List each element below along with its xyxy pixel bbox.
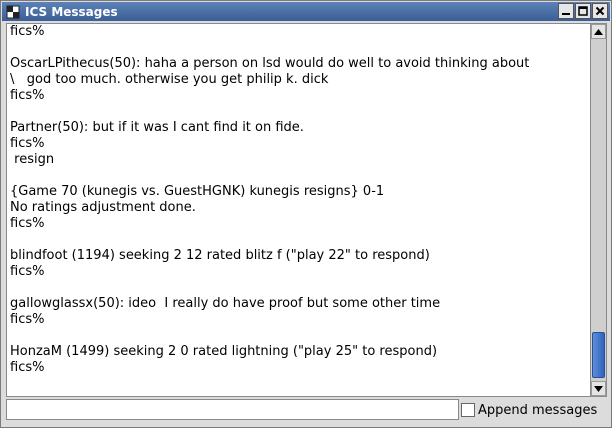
message-line: OscarLPithecus(50): haha a person on lsd… — [10, 56, 530, 71]
scroll-up-button[interactable] — [591, 24, 606, 39]
command-input[interactable] — [6, 399, 459, 420]
arrow-down-icon — [594, 385, 603, 392]
vertical-scrollbar[interactable] — [590, 23, 607, 397]
message-line: \ god too much. otherwise you get philip… — [10, 72, 329, 87]
scroll-down-button[interactable] — [591, 381, 606, 396]
message-line: blindfoot (1194) seeking 2 12 rated blit… — [10, 248, 430, 263]
message-line: fics% — [10, 24, 45, 39]
message-line: fics% — [10, 312, 45, 327]
message-line: resign — [10, 152, 55, 167]
message-line: gallowglassx(50): ideo I really do have … — [10, 296, 441, 311]
message-line: fics% — [10, 264, 45, 279]
window-title: ICS Messages — [25, 4, 118, 19]
arrow-up-icon — [594, 28, 603, 35]
scroll-thumb[interactable] — [592, 332, 605, 378]
message-line: fics% — [10, 88, 45, 103]
append-messages-label: Append messages — [478, 402, 598, 418]
maximize-button[interactable] — [575, 3, 591, 19]
message-line: Partner(50): but if it was I cant find i… — [10, 120, 304, 135]
minimize-button[interactable] — [558, 3, 574, 19]
ics-messages-window: ICS Messages fics% OscarLPithecus(50): ha… — [0, 0, 612, 428]
message-line: fics% — [10, 216, 45, 231]
append-messages-toggle[interactable]: Append messages — [461, 400, 597, 420]
messages-text-area[interactable]: fics% OscarLPithecus(50): haha a person o… — [6, 23, 590, 397]
chess-icon — [5, 4, 21, 20]
message-line: No ratings adjustment done. — [10, 200, 196, 215]
title-bar[interactable]: ICS Messages — [2, 2, 610, 21]
message-line: fics% — [10, 360, 45, 375]
message-line: HonzaM (1499) seeking 2 0 rated lightnin… — [10, 344, 438, 359]
close-button[interactable] — [592, 3, 608, 19]
minimize-icon — [562, 13, 570, 15]
maximize-icon — [578, 6, 588, 16]
message-line: fics% — [10, 136, 45, 151]
message-line: {Game 70 (kunegis vs. GuestHGNK) kunegis… — [10, 184, 385, 199]
close-icon — [595, 6, 605, 16]
append-messages-checkbox[interactable] — [461, 403, 475, 417]
bottom-bar: Append messages — [6, 399, 607, 421]
